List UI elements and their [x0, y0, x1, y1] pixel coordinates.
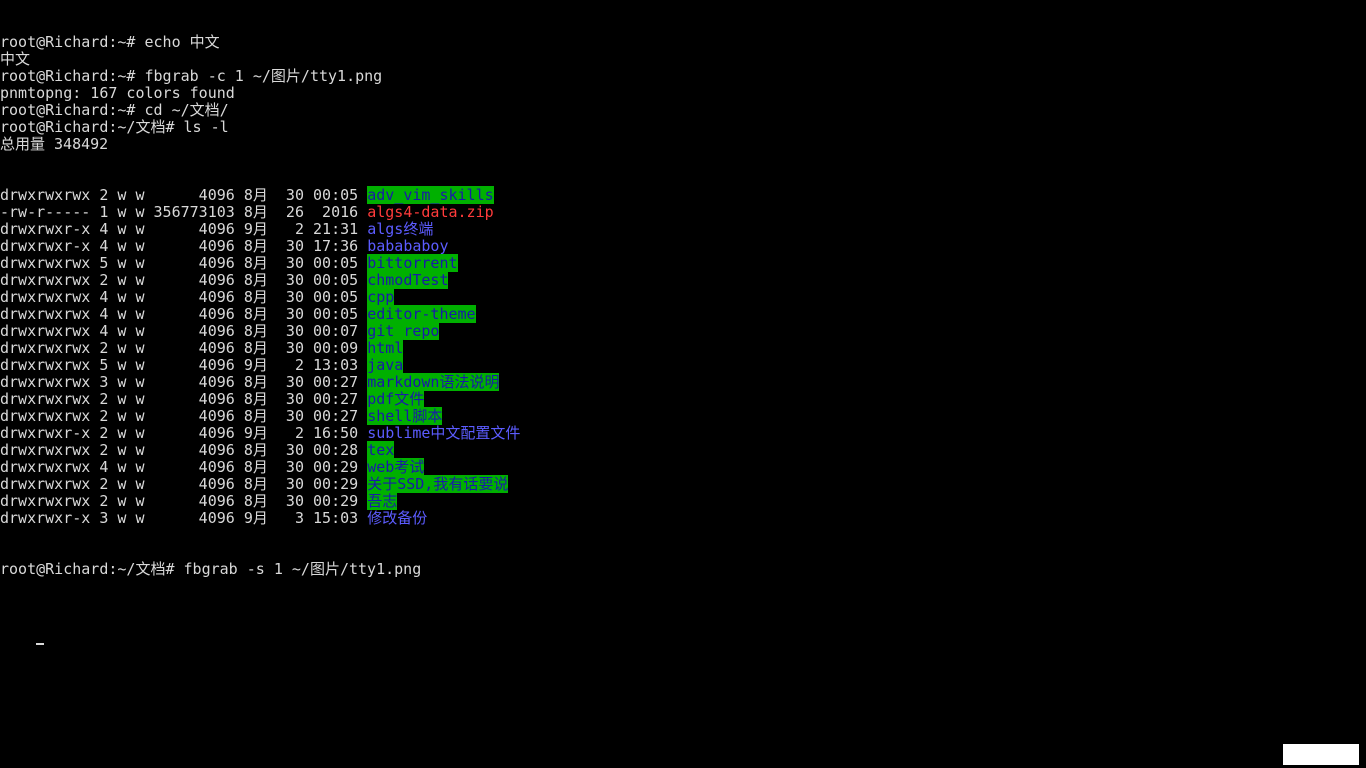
file-name: cpp — [367, 288, 395, 306]
listing-row: drwxrwxrwx 2 w w 4096 8月 30 00:29 关于SSD,… — [0, 475, 1366, 493]
file-name: algs4-data.zip — [367, 203, 494, 221]
file-name: adv_vim_skills — [367, 186, 494, 204]
file-metadata: drwxrwxrwx 2 w w 4096 8月 30 00:27 — [0, 407, 368, 425]
file-metadata: drwxrwxrwx 2 w w 4096 8月 30 00:27 — [0, 390, 368, 408]
file-name: bittorrent — [367, 254, 458, 272]
listing-row: drwxrwxrwx 2 w w 4096 8月 30 00:28 tex — [0, 441, 1366, 459]
listing-row: drwxrwxrwx 2 w w 4096 8月 30 00:29 吾志 — [0, 492, 1366, 510]
file-name: tex — [367, 441, 395, 459]
corner-white-box — [1283, 744, 1359, 765]
listing-row: drwxrwxrwx 3 w w 4096 8月 30 00:27 markdo… — [0, 373, 1366, 391]
terminal-line: root@Richard:~# echo 中文 — [0, 33, 220, 51]
listing-row: -rw-r----- 1 w w 356773103 8月 26 2016 al… — [0, 204, 1366, 221]
file-metadata: drwxrwxrwx 2 w w 4096 8月 30 00:09 — [0, 339, 368, 357]
file-name: 关于SSD,我有话要说 — [367, 475, 509, 493]
terminal-line: root@Richard:~/文档# ls -l — [0, 118, 229, 136]
tty-console[interactable]: root@Richard:~# echo 中文 中文 root@Richard:~#… — [0, 0, 1366, 768]
file-metadata: -rw-r----- 1 w w 356773103 8月 26 2016 — [0, 203, 368, 221]
file-metadata: drwxrwxrwx 5 w w 4096 9月 2 13:03 — [0, 356, 368, 374]
file-name: markdown语法说明 — [367, 373, 500, 391]
listing-row: drwxrwxrwx 2 w w 4096 8月 30 00:27 pdf文件 — [0, 390, 1366, 408]
directory-listing: drwxrwxrwx 2 w w 4096 8月 30 00:05 adv_vi… — [0, 186, 1366, 527]
file-metadata: drwxrwxrwx 2 w w 4096 8月 30 00:28 — [0, 441, 368, 459]
listing-row: drwxrwxrwx 5 w w 4096 9月 2 13:03 java — [0, 356, 1366, 374]
file-metadata: drwxrwxrwx 4 w w 4096 8月 30 00:05 — [0, 288, 368, 306]
listing-row: drwxrwxr-x 3 w w 4096 9月 3 15:03 修改备份 — [0, 510, 1366, 527]
file-name: shell脚本 — [367, 407, 443, 425]
listing-row: drwxrwxrwx 2 w w 4096 8月 30 00:05 chmodT… — [0, 271, 1366, 289]
file-metadata: drwxrwxrwx 5 w w 4096 8月 30 00:05 — [0, 254, 368, 272]
file-metadata: drwxrwxr-x 4 w w 4096 8月 30 17:36 — [0, 237, 368, 255]
terminal-line: pnmtopng: 167 colors found — [0, 84, 235, 102]
file-metadata: drwxrwxrwx 4 w w 4096 8月 30 00:05 — [0, 305, 368, 323]
terminal-line: root@Richard:~# cd ~/文档/ — [0, 101, 229, 119]
file-name: pdf文件 — [367, 390, 425, 408]
file-metadata: drwxrwxr-x 4 w w 4096 9月 2 21:31 — [0, 220, 368, 238]
file-name: web考试 — [367, 458, 425, 476]
file-metadata: drwxrwxrwx 2 w w 4096 8月 30 00:05 — [0, 271, 368, 289]
file-name: chmodTest — [367, 271, 449, 289]
listing-row: drwxrwxrwx 2 w w 4096 8月 30 00:27 shell脚… — [0, 407, 1366, 425]
listing-row: drwxrwxrwx 4 w w 4096 8月 30 00:29 web考试 — [0, 458, 1366, 476]
listing-row: drwxrwxr-x 4 w w 4096 9月 2 21:31 algs终端 — [0, 221, 1366, 238]
prompt-cursor-line[interactable] — [0, 612, 1366, 645]
terminal-line: 总用量 348492 — [0, 135, 109, 153]
file-name: html — [367, 339, 404, 357]
file-metadata: drwxrwxr-x 3 w w 4096 9月 3 15:03 — [0, 509, 368, 527]
terminal-line: 中文 — [0, 50, 31, 68]
file-name: babababoy — [367, 237, 449, 255]
file-metadata: drwxrwxr-x 2 w w 4096 9月 2 16:50 — [0, 424, 368, 442]
file-metadata: drwxrwxrwx 4 w w 4096 8月 30 00:07 — [0, 322, 368, 340]
file-name: editor-theme — [367, 305, 476, 323]
file-metadata: drwxrwxrwx 4 w w 4096 8月 30 00:29 — [0, 458, 368, 476]
listing-row: drwxrwxr-x 4 w w 4096 8月 30 17:36 bababa… — [0, 238, 1366, 255]
listing-row: drwxrwxrwx 4 w w 4096 8月 30 00:07 git_re… — [0, 322, 1366, 340]
listing-row: drwxrwxrwx 2 w w 4096 8月 30 00:05 adv_vi… — [0, 186, 1366, 204]
listing-row: drwxrwxrwx 4 w w 4096 8月 30 00:05 cpp — [0, 288, 1366, 306]
listing-row: drwxrwxrwx 2 w w 4096 8月 30 00:09 html — [0, 339, 1366, 357]
file-metadata: drwxrwxrwx 2 w w 4096 8月 30 00:29 — [0, 475, 368, 493]
cursor-icon — [36, 643, 45, 645]
file-metadata: drwxrwxrwx 3 w w 4096 8月 30 00:27 — [0, 373, 368, 391]
file-name: 吾志 — [367, 492, 398, 510]
file-name: sublime中文配置文件 — [367, 424, 521, 442]
file-name: 修改备份 — [367, 509, 428, 527]
file-metadata: drwxrwxrwx 2 w w 4096 8月 30 00:05 — [0, 186, 368, 204]
terminal-line: root@Richard:~# fbgrab -c 1 ~/图片/tty1.pn… — [0, 67, 383, 85]
last-command-line: root@Richard:~/文档# fbgrab -s 1 ~/图片/tty1… — [0, 560, 422, 578]
listing-row: drwxrwxrwx 4 w w 4096 8月 30 00:05 editor… — [0, 305, 1366, 323]
command-output-header: root@Richard:~# echo 中文 中文 root@Richard:~#… — [0, 34, 1366, 153]
file-name: git_repo — [367, 322, 440, 340]
listing-row: drwxrwxr-x 2 w w 4096 9月 2 16:50 sublime… — [0, 425, 1366, 442]
listing-row: drwxrwxrwx 5 w w 4096 8月 30 00:05 bittor… — [0, 254, 1366, 272]
file-name: java — [367, 356, 404, 374]
file-metadata: drwxrwxrwx 2 w w 4096 8月 30 00:29 — [0, 492, 368, 510]
file-name: algs终端 — [367, 220, 434, 238]
